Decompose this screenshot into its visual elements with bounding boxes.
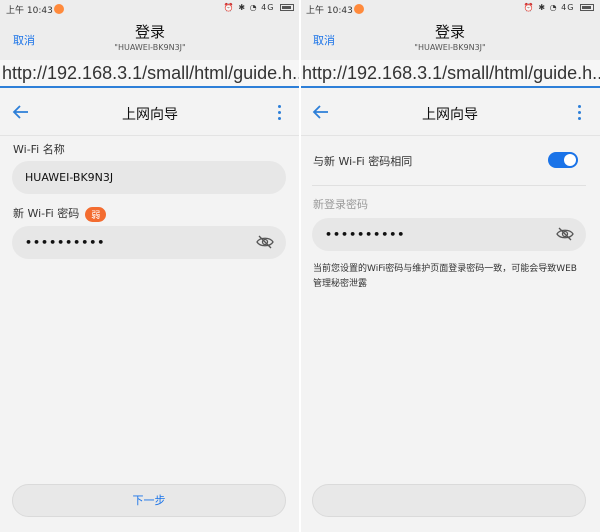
hide-password-eye-icon[interactable] [256, 234, 274, 250]
wifi-password-label: 新 Wi-Fi 密码 [13, 207, 80, 220]
app-bar: 上网向导 [0, 90, 300, 136]
web-header: 取消 登录 "HUAWEI-BK9N3J" [300, 18, 600, 60]
hide-password-eye-icon[interactable] [556, 226, 574, 242]
more-menu-icon[interactable] [278, 105, 282, 121]
panel-divider [299, 0, 301, 532]
battery-icon [280, 4, 294, 11]
web-title: 登录 [434, 23, 465, 41]
notification-icon [354, 4, 364, 14]
password-strength-badge: 弱 [85, 206, 107, 222]
notification-icon [54, 4, 64, 14]
section-divider [312, 185, 586, 186]
status-icons: ⏰ ✱ ◔ 4G [524, 3, 594, 12]
bluetooth-icon: ✱ [538, 3, 547, 12]
wifi-signal-icon: ◔ [549, 3, 558, 12]
wifi-name-label: Wi-Fi 名称 [13, 143, 65, 156]
login-password-value: •••••••••• [325, 228, 406, 241]
web-subtitle: "HUAWEI-BK9N3J" [114, 43, 186, 52]
url-bar[interactable]: http://192.168.3.1/small/html/guide.h... [0, 60, 300, 88]
web-title: 登录 [134, 23, 165, 41]
wifi-name-value: HUAWEI-BK9N3J [25, 171, 114, 184]
status-time: 上午 10:43 [6, 6, 53, 16]
submit-button[interactable] [312, 484, 586, 517]
wifi-signal-icon: ◔ [249, 3, 258, 12]
more-menu-icon[interactable] [578, 105, 582, 121]
wifi-name-input[interactable]: HUAWEI-BK9N3J [12, 161, 286, 194]
battery-icon [580, 4, 594, 11]
alarm-icon: ⏰ [223, 3, 235, 12]
page-title: 上网向导 [422, 107, 478, 123]
same-as-wifi-label: 与新 Wi-Fi 密码相同 [313, 155, 413, 168]
bluetooth-icon: ✱ [238, 3, 247, 12]
app-bar: 上网向导 [300, 90, 600, 136]
web-subtitle: "HUAWEI-BK9N3J" [414, 43, 486, 52]
network-type: 4G [261, 3, 275, 12]
login-password-label: 新登录密码 [313, 198, 368, 211]
status-bar: 上午 10:43 ⏰ ✱ ◔ 4G [0, 0, 300, 18]
alarm-icon: ⏰ [523, 3, 535, 12]
url-bar[interactable]: http://192.168.3.1/small/html/guide.h... [300, 60, 600, 88]
same-as-wifi-toggle[interactable] [548, 152, 578, 168]
toggle-knob [564, 154, 576, 166]
wifi-password-label-row: 新 Wi-Fi 密码弱 [13, 205, 107, 222]
wifi-password-value: •••••••••• [25, 236, 106, 249]
status-icons: ⏰ ✱ ◔ 4G [224, 3, 294, 12]
page-title: 上网向导 [122, 107, 178, 123]
wifi-password-input[interactable]: •••••••••• [12, 226, 286, 259]
right-phone-screen: 上午 10:43 ⏰ ✱ ◔ 4G 取消 登录 "HUAWEI-BK9N3J" … [300, 0, 600, 532]
web-header: 取消 登录 "HUAWEI-BK9N3J" [0, 18, 300, 60]
network-type: 4G [561, 3, 575, 12]
status-bar: 上午 10:43 ⏰ ✱ ◔ 4G [300, 0, 600, 18]
status-time: 上午 10:43 [306, 6, 353, 16]
password-warning-hint: 当前您设置的WiFi密码与维护页面登录密码一致，可能会导致WEB管理秘密泄露 [313, 264, 577, 289]
left-phone-screen: 上午 10:43 ⏰ ✱ ◔ 4G 取消 登录 "HUAWEI-BK9N3J" … [0, 0, 300, 532]
next-button[interactable]: 下一步 [12, 484, 286, 517]
login-password-input[interactable]: •••••••••• [312, 218, 586, 251]
